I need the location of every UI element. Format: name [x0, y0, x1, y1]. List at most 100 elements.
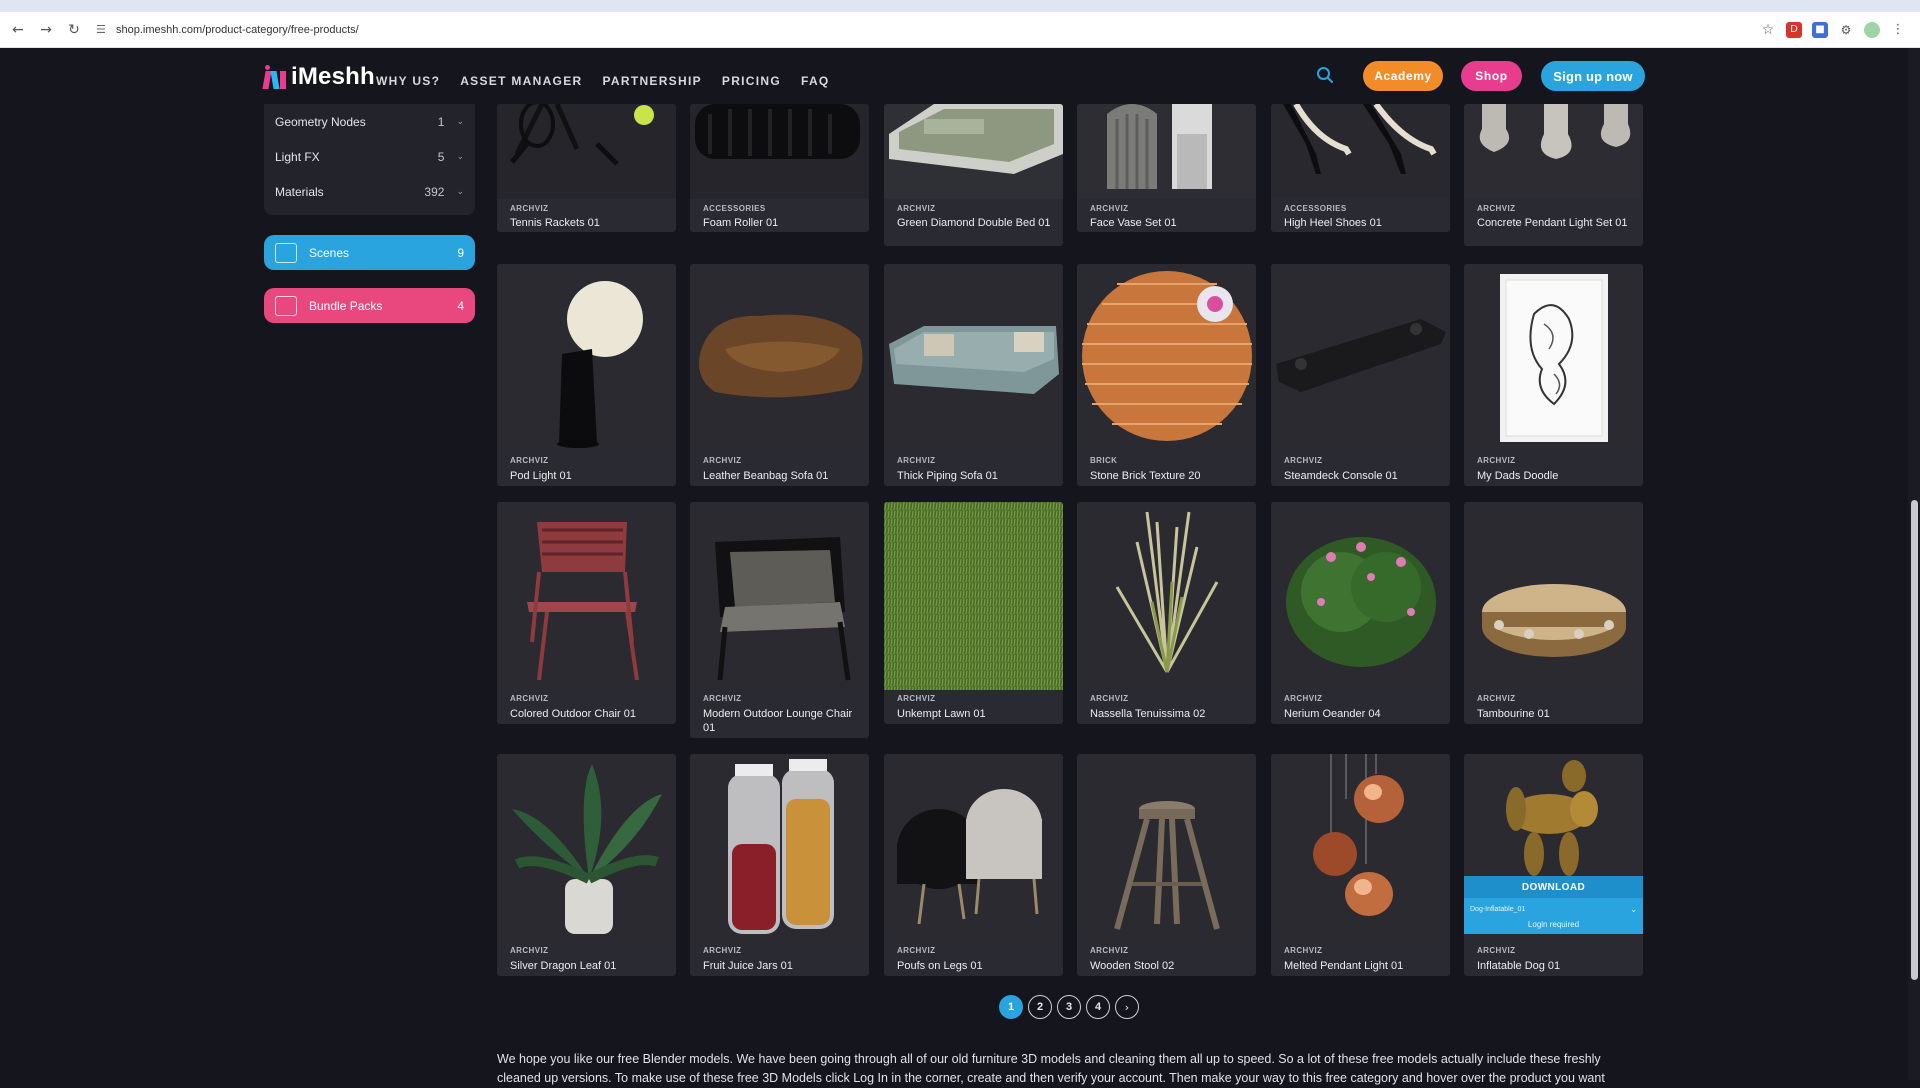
product-category: BRICK [1090, 456, 1118, 465]
page-3-button[interactable]: 3 [1057, 995, 1081, 1019]
product-name[interactable]: Concrete Pendant Light Set 01 [1477, 216, 1637, 230]
product-name[interactable]: Pod Light 01 [510, 469, 670, 483]
product-name[interactable]: Tennis Rackets 01 [510, 216, 670, 230]
product-name[interactable]: Poufs on Legs 01 [897, 959, 1057, 973]
chevron-down-icon[interactable]: ⌄ [456, 152, 464, 162]
pagination: 1 2 3 4 › [999, 995, 1139, 1019]
profile-avatar-icon[interactable] [1864, 21, 1880, 38]
product-card[interactable]: ARCHVIZ Nassella Tenuissima 02 [1077, 502, 1256, 724]
product-name[interactable]: Inflatable Dog 01 [1477, 959, 1637, 973]
chevron-down-icon[interactable]: ⌄ [456, 117, 464, 127]
product-card[interactable]: ARCHVIZ Face Vase Set 01 [1077, 104, 1256, 232]
product-card[interactable]: BRICK Stone Brick Texture 20 [1077, 264, 1256, 486]
product-card[interactable]: ARCHVIZ Nerium Oeander 04 [1271, 502, 1450, 724]
category-materials[interactable]: Materials 392 ⌄ [264, 174, 475, 209]
site-info-icon[interactable]: ☰ [96, 23, 116, 36]
product-thumbnail [1271, 754, 1450, 942]
page-1-button[interactable]: 1 [999, 995, 1023, 1019]
page-4-button[interactable]: 4 [1086, 995, 1110, 1019]
product-card[interactable]: ARCHVIZ Concrete Pendant Light Set 01 [1464, 104, 1643, 246]
extension-chart-icon[interactable]: ■ [1812, 21, 1828, 38]
download-button[interactable]: DOWNLOAD [1464, 876, 1643, 898]
next-page-arrow-icon[interactable]: › [1115, 995, 1139, 1019]
scenes-button[interactable]: Scenes 9 [264, 235, 475, 270]
product-name[interactable]: Tambourine 01 [1477, 707, 1637, 721]
product-name[interactable]: High Heel Shoes 01 [1284, 216, 1444, 230]
product-card[interactable]: ARCHVIZ Tambourine 01 [1464, 502, 1643, 724]
category-light-fx[interactable]: Light FX 5 ⌄ [264, 139, 475, 174]
product-card[interactable]: ACCESSORIES High Heel Shoes 01 [1271, 104, 1450, 232]
product-card[interactable]: ARCHVIZ Colored Outdoor Chair 01 [497, 502, 676, 724]
product-name[interactable]: My Dads Doodle [1477, 469, 1637, 483]
browser-menu-icon[interactable]: ⋮ [1890, 22, 1906, 38]
product-category: ARCHVIZ [897, 456, 936, 465]
product-name[interactable]: Thick Piping Sofa 01 [897, 469, 1057, 483]
site-header: iMeshh WHY US? ASSET MANAGER PARTNERSHIP… [0, 48, 1920, 104]
chevron-down-icon[interactable]: ⌄ [456, 187, 464, 197]
product-category: ARCHVIZ [897, 204, 936, 213]
url-field[interactable]: ☰ shop.imeshh.com/product-category/free-… [96, 16, 1760, 44]
extensions-puzzle-icon[interactable]: ⚙ [1838, 22, 1854, 38]
product-name[interactable]: Foam Roller 01 [703, 216, 863, 230]
product-card[interactable]: ARCHVIZ Thick Piping Sofa 01 [884, 264, 1063, 486]
product-card[interactable]: ARCHVIZ Tennis Rackets 01 [497, 104, 676, 232]
nav-asset-manager[interactable]: ASSET MANAGER [460, 74, 582, 88]
bookmark-star-icon[interactable]: ☆ [1760, 22, 1776, 38]
reload-icon[interactable]: ↻ [60, 16, 88, 44]
product-thumbnail [1077, 264, 1256, 452]
back-icon[interactable]: ← [4, 16, 32, 44]
bundle-packs-label: Bundle Packs [309, 298, 383, 313]
product-name[interactable]: Green Diamond Double Bed 01 [897, 216, 1057, 230]
product-name[interactable]: Colored Outdoor Chair 01 [510, 707, 670, 721]
product-card[interactable]: ARCHVIZ Steamdeck Console 01 [1271, 264, 1450, 486]
product-name[interactable]: Fruit Juice Jars 01 [703, 959, 863, 973]
product-name[interactable]: Unkempt Lawn 01 [897, 707, 1057, 721]
extension-red-icon[interactable]: D [1786, 21, 1802, 38]
product-card[interactable]: ARCHVIZ Fruit Juice Jars 01 [690, 754, 869, 976]
variant-select[interactable]: Dog-Inflatable_01 ⌄ [1468, 902, 1639, 917]
product-card[interactable]: ARCHVIZ Green Diamond Double Bed 01 [884, 104, 1063, 246]
product-name[interactable]: Leather Beanbag Sofa 01 [703, 469, 863, 483]
product-card[interactable]: ARCHVIZ Melted Pendant Light 01 [1271, 754, 1450, 976]
page-scrollbar-thumb[interactable] [1911, 500, 1918, 980]
product-card[interactable]: DOWNLOAD Dog-Inflatable_01 ⌄ Login requi… [1464, 754, 1643, 976]
product-category: ARCHVIZ [897, 946, 936, 955]
category-list: Geometry Nodes 1 ⌄ Light FX 5 ⌄ Material… [264, 104, 475, 215]
forward-icon[interactable]: → [32, 16, 60, 44]
product-card[interactable]: ACCESSORIES Foam Roller 01 [690, 104, 869, 232]
product-thumbnail [1077, 104, 1256, 199]
nav-pricing[interactable]: PRICING [722, 74, 781, 88]
product-name[interactable]: Modern Outdoor Lounge Chair 01 [703, 707, 863, 735]
product-name[interactable]: Face Vase Set 01 [1090, 216, 1250, 230]
product-name[interactable]: Stone Brick Texture 20 [1090, 469, 1250, 483]
page-2-button[interactable]: 2 [1028, 995, 1052, 1019]
product-thumbnail [497, 502, 676, 690]
product-name[interactable]: Nassella Tenuissima 02 [1090, 707, 1250, 721]
product-name[interactable]: Nerium Oeander 04 [1284, 707, 1444, 721]
product-name[interactable]: Steamdeck Console 01 [1284, 469, 1444, 483]
product-card[interactable]: ARCHVIZ Modern Outdoor Lounge Chair 01 [690, 502, 869, 738]
product-card[interactable]: ARCHVIZ Silver Dragon Leaf 01 [497, 754, 676, 976]
category-geometry-nodes[interactable]: Geometry Nodes 1 ⌄ [264, 104, 475, 139]
product-card[interactable]: ARCHVIZ Wooden Stool 02 [1077, 754, 1256, 976]
imeshh-logo[interactable]: iMeshh [262, 62, 375, 92]
nav-faq[interactable]: FAQ [801, 74, 830, 88]
product-name[interactable]: Melted Pendant Light 01 [1284, 959, 1444, 973]
product-name[interactable]: Silver Dragon Leaf 01 [510, 959, 670, 973]
product-card[interactable]: ARCHVIZ Unkempt Lawn 01 [884, 502, 1063, 724]
nav-partnership[interactable]: PARTNERSHIP [602, 74, 701, 88]
sign-up-button[interactable]: Sign up now [1541, 61, 1645, 91]
product-card[interactable]: ARCHVIZ Poufs on Legs 01 [884, 754, 1063, 976]
product-card[interactable]: ARCHVIZ My Dads Doodle [1464, 264, 1643, 486]
product-card[interactable]: ARCHVIZ Leather Beanbag Sofa 01 [690, 264, 869, 486]
bundle-packs-button[interactable]: Bundle Packs 4 [264, 288, 475, 323]
search-icon[interactable] [1316, 66, 1334, 84]
nav-why-us[interactable]: WHY US? [376, 74, 440, 88]
product-name[interactable]: Wooden Stool 02 [1090, 959, 1250, 973]
category-description: We hope you like our free Blender models… [497, 1052, 1605, 1085]
product-card[interactable]: ARCHVIZ Pod Light 01 [497, 264, 676, 486]
academy-button[interactable]: Academy [1363, 61, 1443, 91]
product-category: ARCHVIZ [703, 694, 742, 703]
shop-button[interactable]: Shop [1461, 61, 1522, 91]
login-required-note[interactable]: Login required [1464, 920, 1643, 934]
